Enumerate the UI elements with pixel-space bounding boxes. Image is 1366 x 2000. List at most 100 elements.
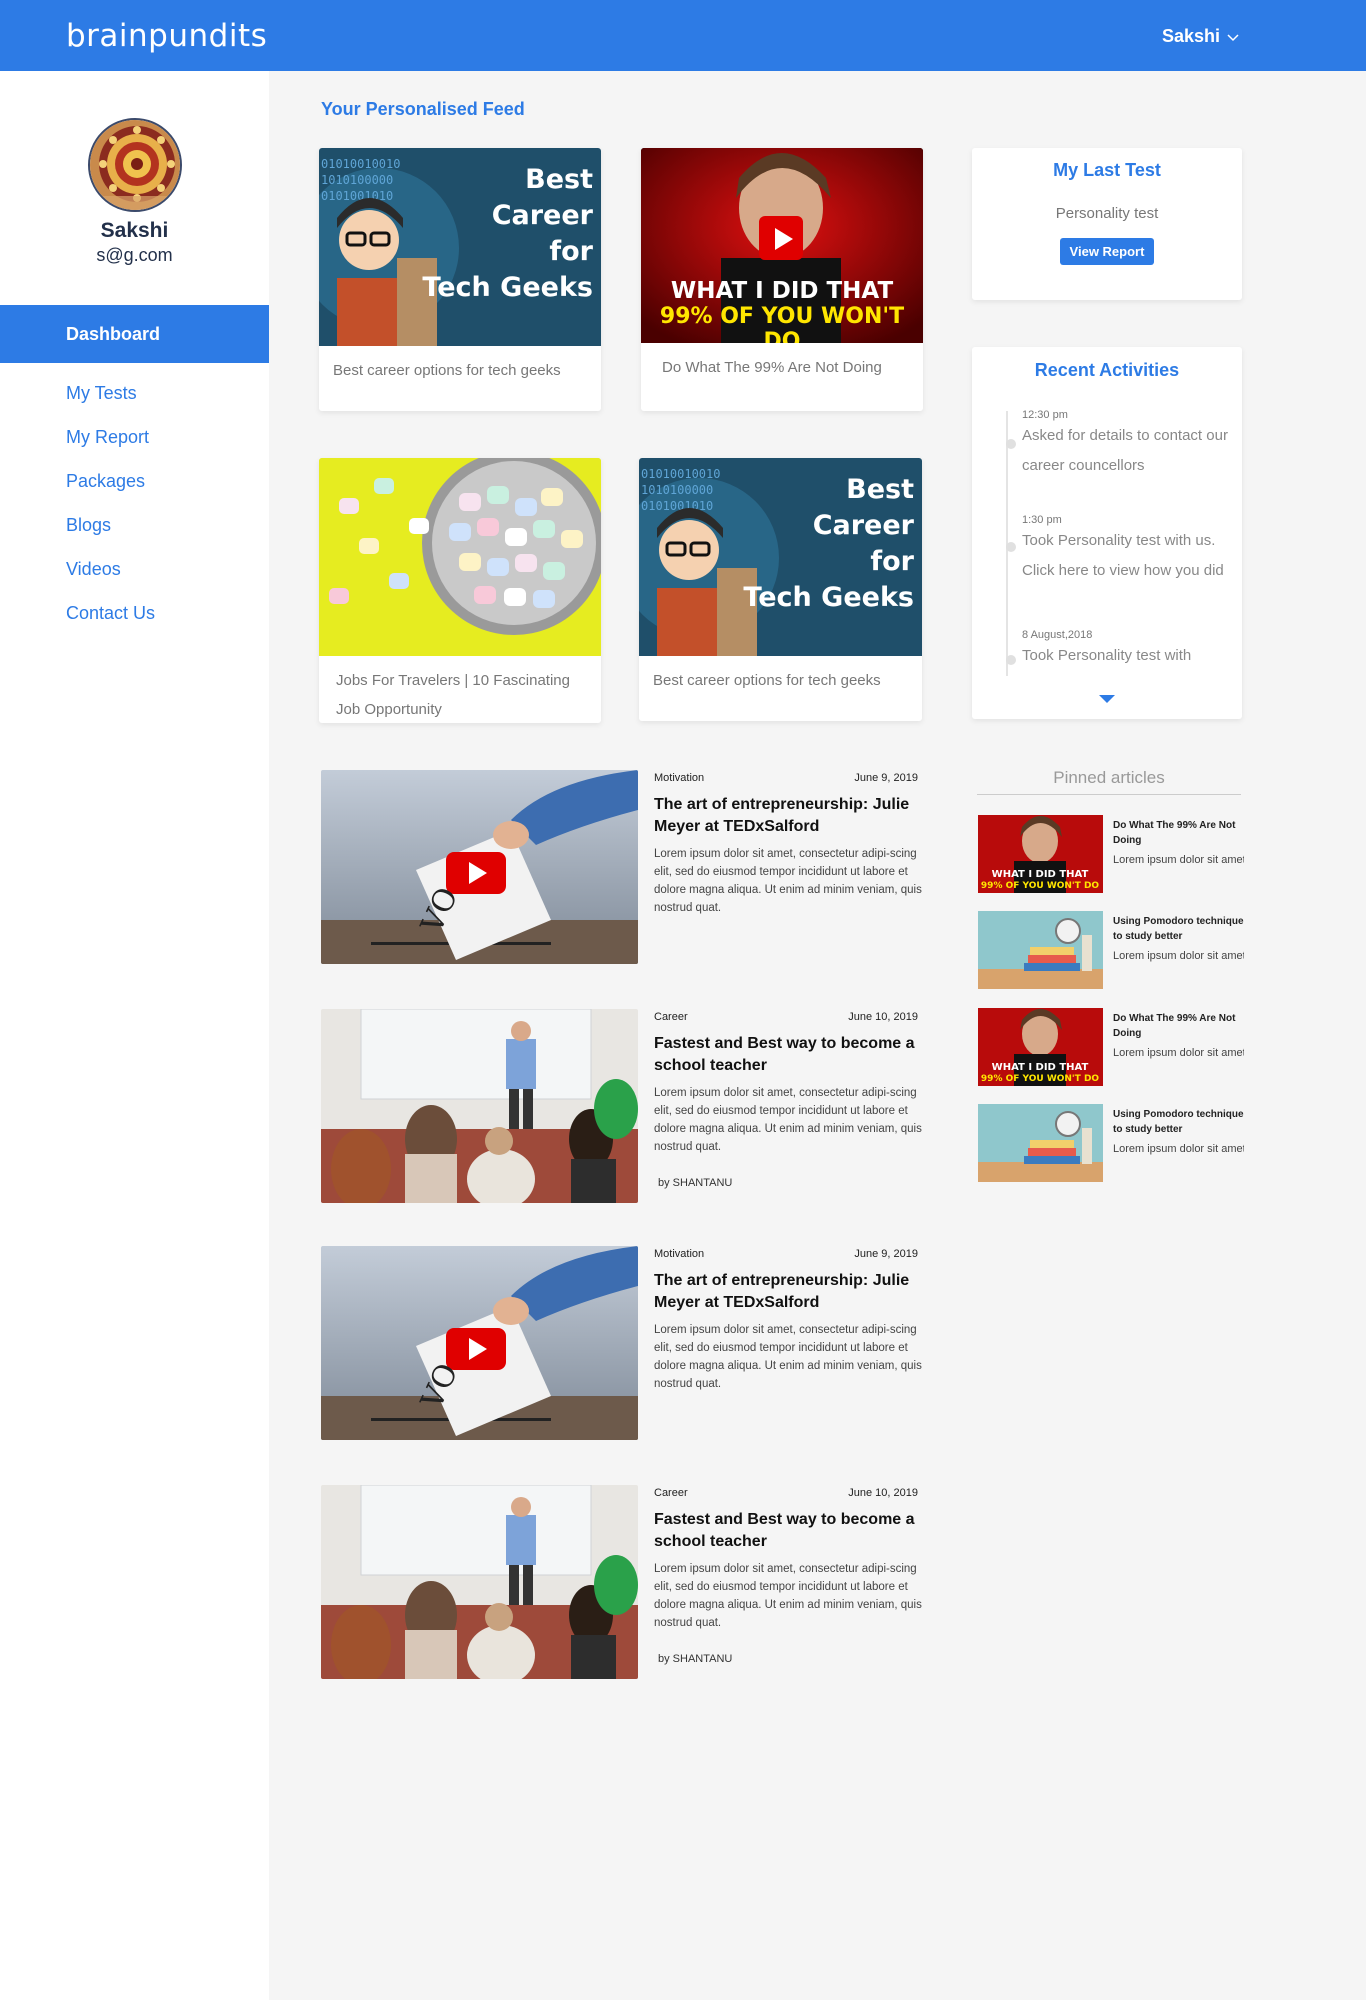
article-body: Lorem ipsum dolor sit amet, consectetur …	[654, 848, 922, 914]
activity-text: Asked for details to contact our career …	[1022, 427, 1228, 474]
pinned-thumbnail	[978, 1104, 1103, 1182]
svg-text:01010010010: 01010010010	[641, 467, 720, 481]
pinned-article[interactable]: Using Pomodoro technique to study better…	[978, 911, 1244, 989]
article-author: by SHANTANU	[658, 1653, 733, 1665]
brand-logo[interactable]: brainpundits	[66, 18, 267, 54]
timeline-dot	[1006, 439, 1016, 449]
article-meta: Motivation June 9, 2019	[654, 772, 918, 784]
article-body: Lorem ipsum dolor sit amet, consectetur …	[654, 1087, 922, 1153]
article-image[interactable]: VO	[321, 1246, 638, 1440]
recent-activities-panel: Recent Activities 12:30 pm Asked for det…	[972, 347, 1242, 719]
activity-text: Took Personality test with us. Click her…	[1022, 532, 1224, 579]
sidebar-item-my-tests[interactable]: My Tests	[0, 371, 269, 415]
card-thumbnail: 01010010010 1010100000 0101001010 Best C…	[319, 148, 601, 346]
article-category: Motivation	[654, 1248, 705, 1260]
profile-email: s@g.com	[96, 245, 173, 265]
user-menu-dropdown[interactable]: Sakshi	[1162, 26, 1240, 47]
activity-time: 8 August,2018	[1022, 629, 1093, 641]
article-title[interactable]: The art of entrepreneurship: Julie Meyer…	[654, 1270, 924, 1314]
svg-text:1010100000: 1010100000	[641, 483, 713, 497]
svg-text:1010100000: 1010100000	[321, 173, 393, 187]
feed-card-jobs-travelers[interactable]: Jobs For Travelers | 10 Fascinating Job …	[319, 458, 601, 723]
sidebar-item-videos[interactable]: Videos	[0, 547, 269, 591]
article-item[interactable]: VO Motivation June 9, 2019 The art of en…	[321, 1246, 924, 1440]
article-category: Motivation	[654, 772, 705, 784]
pinned-article[interactable]: WHAT I DID THAT 99% OF YOU WON'T DO Do W…	[978, 1008, 1244, 1086]
last-test-panel: My Last Test Personality test View Repor…	[972, 148, 1242, 300]
thumbnail-line-2: 99% OF YOU WON'T DO	[659, 304, 905, 343]
avatar[interactable]	[88, 118, 182, 212]
pinned-thumbnail	[978, 911, 1103, 989]
activity-item[interactable]: 12:30 pm Asked for details to contact ou…	[1006, 409, 1242, 481]
thumbnail-title: Best Career for Tech Geeks	[422, 164, 593, 303]
pinned-body: Lorem ipsum dolor sit amet, consectetur …	[1113, 854, 1244, 866]
pinned-body: Lorem ipsum dolor sit amet, consectetur …	[1113, 950, 1244, 962]
article-item[interactable]: Career June 10, 2019 Fastest and Best wa…	[321, 1485, 924, 1679]
article-meta: Career June 10, 2019	[654, 1487, 918, 1499]
activity-item[interactable]: 1:30 pm Took Personality test with us. C…	[1006, 514, 1242, 586]
chevron-down-icon	[1227, 33, 1239, 41]
pinned-title: Using Pomodoro technique to study better	[1113, 1109, 1244, 1135]
card-caption: Best career options for tech geeks	[653, 672, 881, 689]
pinned-article[interactable]: WHAT I DID THAT 99% OF YOU WON'T DO Do W…	[978, 815, 1244, 893]
expand-down-icon[interactable]	[1099, 695, 1115, 705]
last-test-name: Personality test	[1055, 205, 1159, 222]
sidebar-item-my-report[interactable]: My Report	[0, 415, 269, 459]
activity-item[interactable]: 8 August,2018 Took Personality test with	[1006, 629, 1242, 671]
view-report-button[interactable]: View Report	[1059, 238, 1155, 265]
card-caption: Do What The 99% Are Not Doing	[662, 359, 882, 376]
article-title[interactable]: Fastest and Best way to become a school …	[654, 1033, 924, 1077]
article-date: June 10, 2019	[848, 1011, 918, 1023]
pinned-thumb-line-1: WHAT I DID THAT	[992, 1062, 1089, 1073]
card-thumbnail: WHAT I DID THAT 99% OF YOU WON'T DO	[641, 148, 923, 343]
article-category: Career	[654, 1487, 688, 1499]
article-item[interactable]: VO Motivation June 9, 2019 The art of en…	[321, 770, 924, 964]
feed-title: Your Personalised Feed	[321, 99, 525, 119]
pinned-thumb-line-2: 99% OF YOU WON'T DO	[981, 1074, 1100, 1084]
article-body: Lorem ipsum dolor sit amet, consectetur …	[654, 1324, 922, 1390]
article-date: June 10, 2019	[848, 1487, 918, 1499]
article-title[interactable]: The art of entrepreneurship: Julie Meyer…	[654, 794, 924, 838]
sidebar-nav: Dashboard My Tests My Report Packages Bl…	[0, 305, 269, 635]
svg-text:01010010010: 01010010010	[321, 157, 400, 171]
profile-name: Sakshi	[100, 219, 169, 242]
card-caption: Best career options for tech geeks	[333, 362, 561, 379]
card-thumbnail: 01010010010 1010100000 0101001010 Best C…	[639, 458, 922, 656]
sidebar-item-packages[interactable]: Packages	[0, 459, 269, 503]
pinned-title: Do What The 99% Are Not Doing	[1113, 820, 1236, 846]
pinned-thumb-line-2: 99% OF YOU WON'T DO	[981, 881, 1100, 891]
sidebar: Sakshi s@g.com Dashboard My Tests My Rep…	[0, 71, 269, 2000]
sidebar-item-contact-us[interactable]: Contact Us	[0, 591, 269, 635]
card-caption: Jobs For Travelers | 10 Fascinating Job …	[336, 672, 570, 718]
article-item[interactable]: Career June 10, 2019 Fastest and Best wa…	[321, 1009, 924, 1203]
sidebar-item-dashboard[interactable]: Dashboard	[0, 305, 269, 363]
article-body: Lorem ipsum dolor sit amet, consectetur …	[654, 1563, 922, 1629]
article-image[interactable]	[321, 1009, 638, 1203]
user-menu-name: Sakshi	[1161, 26, 1220, 46]
article-date: June 9, 2019	[854, 772, 918, 784]
pinned-title: Using Pomodoro technique to study better	[1113, 916, 1244, 942]
timeline-dot	[1006, 655, 1016, 665]
activity-text: Took Personality test with	[1022, 647, 1192, 664]
feed-card-tech-geeks[interactable]: 01010010010 1010100000 0101001010 Best C…	[319, 148, 601, 411]
article-category: Career	[654, 1011, 688, 1023]
article-image[interactable]	[321, 1485, 638, 1679]
card-thumbnail	[319, 458, 601, 656]
pinned-title: Do What The 99% Are Not Doing	[1113, 1013, 1236, 1039]
recent-activities-title: Recent Activities	[1034, 360, 1180, 380]
pinned-thumb-line-1: WHAT I DID THAT	[992, 869, 1089, 880]
pinned-body: Lorem ipsum dolor sit amet, consectetur …	[1113, 1143, 1244, 1155]
pinned-thumbnail: WHAT I DID THAT 99% OF YOU WON'T DO	[978, 1008, 1103, 1086]
article-title[interactable]: Fastest and Best way to become a school …	[654, 1509, 924, 1553]
activity-time: 1:30 pm	[1022, 514, 1062, 526]
feed-card-tech-geeks-2[interactable]: 01010010010 1010100000 0101001010 Best C…	[639, 458, 922, 721]
article-date: June 9, 2019	[854, 1248, 918, 1260]
pinned-article[interactable]: Using Pomodoro technique to study better…	[978, 1104, 1244, 1182]
article-image[interactable]: VO	[321, 770, 638, 964]
feed-card-99-percent[interactable]: WHAT I DID THAT 99% OF YOU WON'T DO Do W…	[641, 148, 923, 411]
thumbnail-title: Best Career for Tech Geeks	[743, 474, 914, 613]
sidebar-item-blogs[interactable]: Blogs	[0, 503, 269, 547]
pinned-articles-title: Pinned articles	[977, 768, 1241, 795]
article-meta: Career June 10, 2019	[654, 1011, 918, 1023]
pinned-body: Lorem ipsum dolor sit amet, consectetur …	[1113, 1047, 1244, 1059]
